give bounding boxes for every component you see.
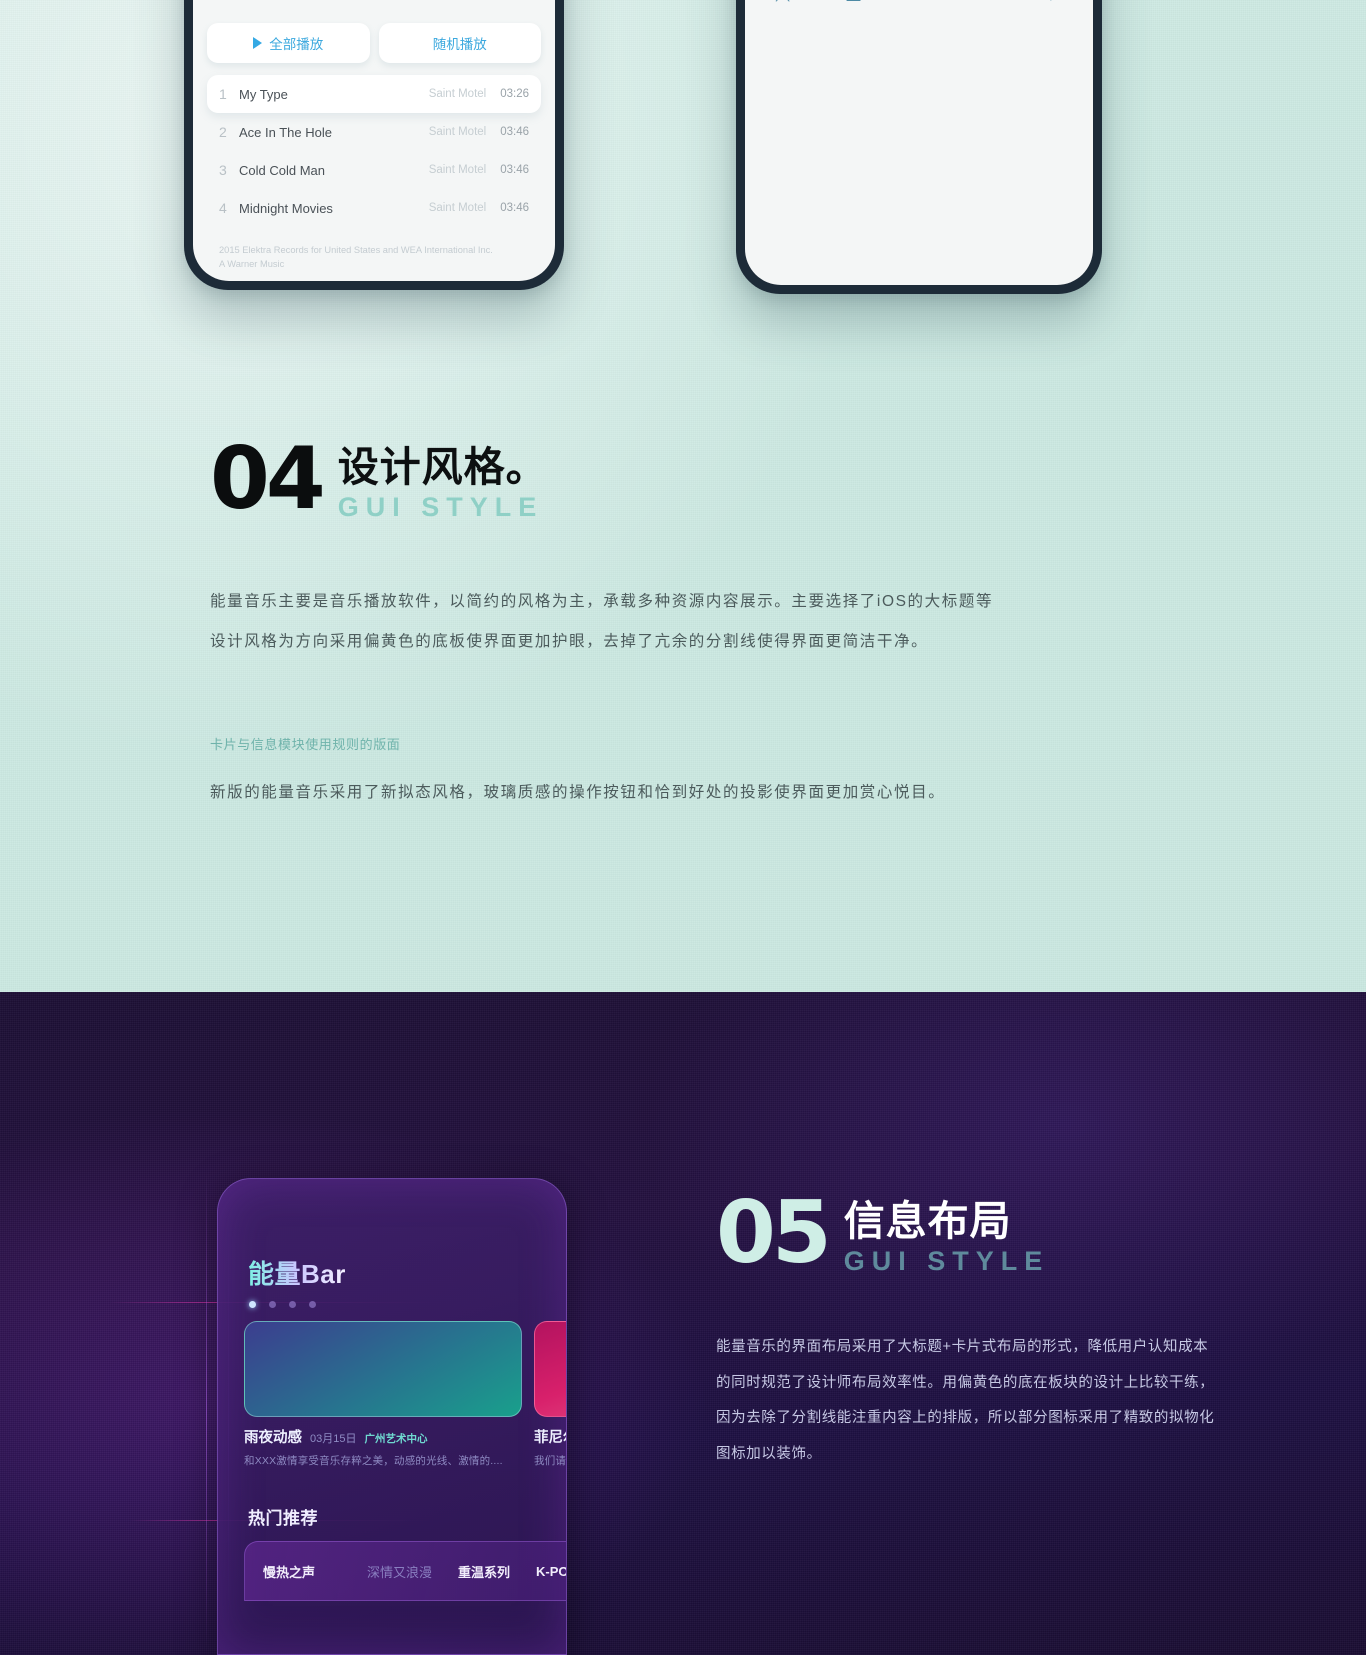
playlist-action-buttons: 全部播放 随机播放	[193, 23, 555, 63]
share-icon[interactable]: ↗	[1047, 0, 1063, 7]
comment-icon[interactable]: ❞	[917, 0, 927, 7]
section-04-paragraph-2: 新版的能量音乐采用了新拟态风格，玻璃质感的操作按钮和恰到好处的投影使界面更加赏心…	[210, 784, 946, 801]
play-all-label: 全部播放	[269, 37, 324, 52]
track-row[interactable]: 3 Cold Cold Man Saint Motel 03:46	[207, 151, 541, 189]
phone-mockup-playlist: 全部播放 随机播放 1 My Type Saint Motel 03:26 2 …	[184, 0, 564, 290]
event-thumbnail	[244, 1321, 522, 1417]
track-artist: Saint Motel	[428, 164, 487, 176]
section-number: 05	[716, 1183, 832, 1283]
event-description: 和XXX激情享受音乐存粹之美，动感的光线、激情的....	[244, 1455, 503, 1467]
track-row[interactable]: 2 Ace In The Hole Saint Motel 03:46	[207, 113, 541, 151]
track-artist: Saint Motel	[428, 88, 487, 100]
track-artist: Saint Motel	[428, 126, 487, 138]
phone-mockup-player: My Type Saint Motel ••• 01:22 -03:26	[736, 0, 1102, 294]
section-04-subheading: 卡片与信息模块使用规则的版面	[210, 737, 401, 752]
track-artist: Saint Motel	[428, 202, 487, 214]
hot-recommend-title: 热门推荐	[248, 1509, 318, 1528]
track-number: 3	[219, 162, 227, 178]
track-duration: 03:26	[500, 88, 529, 100]
play-icon	[253, 37, 263, 49]
chip-item[interactable]: 深情又浪漫	[367, 1562, 432, 1581]
section-title-en: GUI STYLE	[843, 1246, 1050, 1276]
section-number: 04	[210, 429, 326, 529]
section-title-en: GUI STYLE	[337, 492, 544, 522]
track-duration: 03:46	[500, 202, 529, 214]
dark-texture-overlay	[0, 992, 1366, 1655]
event-venue: 广州艺术中心	[364, 1433, 428, 1445]
event-date: 03月15日	[310, 1433, 357, 1445]
track-name: Midnight Movies	[239, 200, 333, 216]
chip-item[interactable]: K-POP	[536, 1564, 566, 1579]
shuffle-icon[interactable]: ⤬	[775, 0, 790, 7]
section-title-cn: 信息布局	[843, 1198, 1012, 1244]
track-name: Ace In The Hole	[239, 124, 332, 140]
event-card-row: 雨夜动感 03月15日 广州艺术中心 和XXX激情享受音乐存粹之美，动感的光线、…	[244, 1321, 567, 1468]
track-duration: 03:46	[500, 126, 529, 138]
playlist-icon[interactable]: ☰	[845, 0, 862, 7]
player-tool-row: ⤬ ☰ ❞ ❝ ↗	[745, 0, 1093, 7]
event-card[interactable]: 雨夜动感 03月15日 广州艺术中心 和XXX激情享受音乐存粹之美，动感的光线、…	[244, 1321, 522, 1468]
shuffle-play-label: 随机播放	[432, 37, 487, 52]
recommend-chip-bar: 慢热之声 深情又浪漫 重温系列 K-POP	[244, 1541, 566, 1601]
decorative-vertical-line	[206, 1172, 207, 1652]
chip-item[interactable]: 重温系列	[458, 1562, 510, 1581]
copyright-block: 2015 Elektra Records for United States a…	[193, 227, 555, 272]
track-name: Cold Cold Man	[239, 162, 325, 178]
copyright-line-2: A Warner Music	[219, 259, 285, 270]
section-04-heading: 04 设计风格。 GUI STYLE	[210, 429, 548, 529]
event-description: 我们请来...	[534, 1455, 567, 1467]
section-05-paragraph: 能量音乐的界面布局采用了大标题+卡片式布局的形式，降低用户认知成本的同时规范了设…	[716, 1339, 1215, 1462]
phone-screen-player: My Type Saint Motel ••• 01:22 -03:26	[745, 0, 1093, 285]
chip-item[interactable]: 慢热之声	[263, 1562, 315, 1581]
dark-app-title: 能量Bar	[248, 1254, 346, 1291]
track-row[interactable]: 4 Midnight Movies Saint Motel 03:46	[207, 189, 541, 227]
track-number: 1	[219, 86, 227, 102]
phone-screen-playlist: 全部播放 随机播放 1 My Type Saint Motel 03:26 2 …	[193, 0, 555, 281]
event-thumbnail	[534, 1321, 566, 1417]
section-title-cn: 设计风格。	[337, 444, 548, 490]
event-card[interactable]: 菲尼尔管 我们请来...	[534, 1321, 567, 1468]
shuffle-play-button[interactable]: 随机播放	[378, 23, 541, 63]
event-name: 雨夜动感	[244, 1430, 302, 1446]
carousel-dots[interactable]	[249, 1301, 316, 1308]
track-row[interactable]: 1 My Type Saint Motel 03:26	[207, 75, 541, 113]
play-all-button[interactable]: 全部播放	[207, 23, 370, 63]
phone-mockup-dark-home: 能量Bar 雨夜动感 03月15日 广州艺术中心 和XXX激情享受音乐存粹之美，…	[217, 1178, 567, 1655]
lyrics-icon[interactable]: ❝	[982, 0, 992, 7]
track-number: 2	[219, 124, 227, 140]
section-05-heading: 05 信息布局 GUI STYLE	[716, 1183, 1050, 1283]
track-list: 1 My Type Saint Motel 03:26 2 Ace In The…	[193, 75, 555, 227]
track-duration: 03:46	[500, 164, 529, 176]
event-name: 菲尼尔管	[534, 1430, 566, 1446]
info-layout-section	[0, 992, 1366, 1655]
track-name: My Type	[239, 86, 288, 102]
gui-style-section: 全部播放 随机播放 1 My Type Saint Motel 03:26 2 …	[0, 0, 1366, 992]
track-number: 4	[219, 200, 227, 216]
section-04-paragraph: 能量音乐主要是音乐播放软件，以简约的风格为主，承载多种资源内容展示。主要选择了i…	[210, 593, 994, 651]
copyright-line-1: 2015 Elektra Records for United States a…	[219, 245, 493, 255]
